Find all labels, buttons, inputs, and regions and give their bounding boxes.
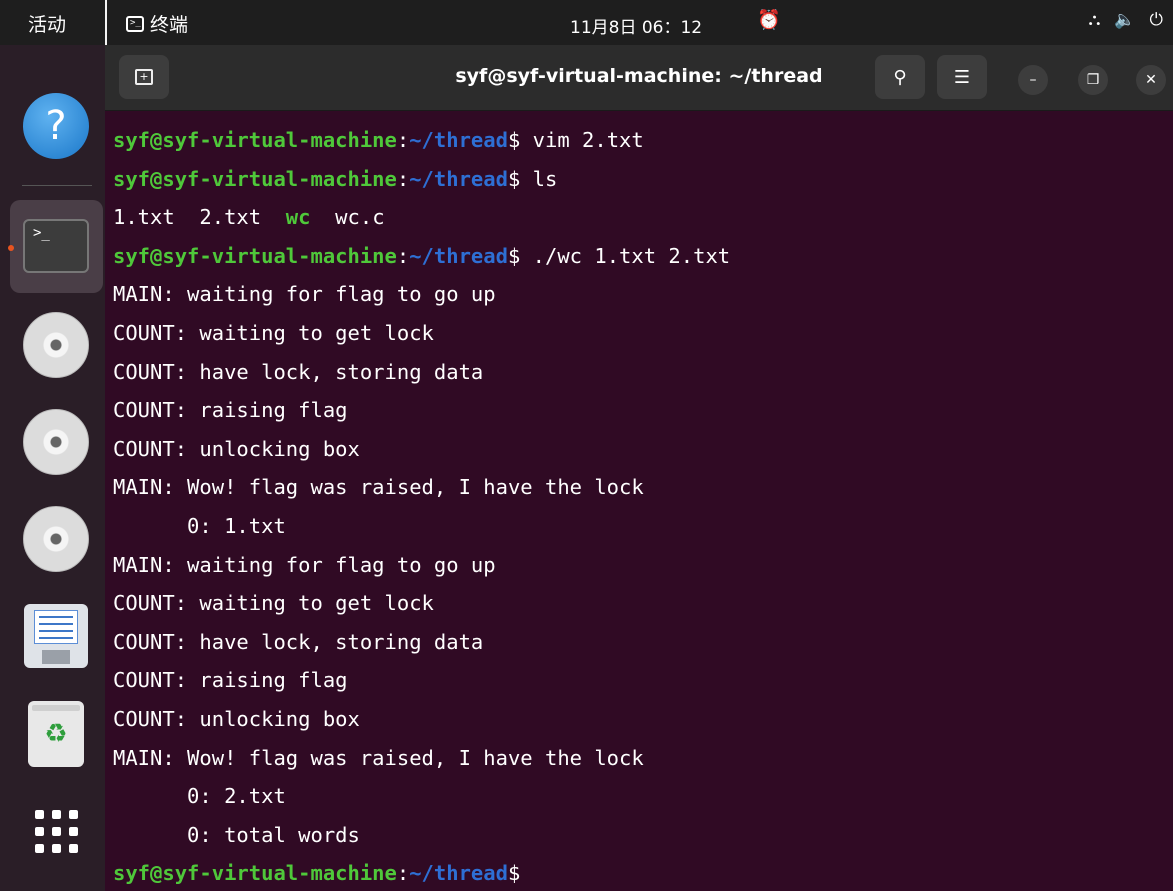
- prompt-line: syf@syf-virtual-machine:~/thread$ ls: [113, 166, 558, 191]
- trash-icon: ♻: [28, 701, 84, 767]
- terminal-output[interactable]: syf@syf-virtual-machine:~/thread$ vim 2.…: [105, 111, 1173, 891]
- alarm-icon[interactable]: ⏰: [757, 8, 781, 31]
- prompt-line: syf@syf-virtual-machine:~/thread$ vim 2.…: [113, 128, 644, 152]
- output-line: MAIN: waiting for flag to go up: [113, 552, 496, 577]
- dock-separator: [22, 185, 92, 186]
- dock-trash[interactable]: ♻: [20, 698, 92, 770]
- output-line: COUNT: raising flag: [113, 668, 348, 693]
- prompt-line: syf@syf-virtual-machine:~/thread$ ./wc 1…: [113, 243, 731, 268]
- ls-output: 1.txt 2.txt wc wc.c: [113, 205, 385, 230]
- disc-icon: [23, 312, 89, 378]
- executable-file: wc: [285, 205, 311, 230]
- output-line: COUNT: waiting to get lock: [113, 591, 434, 616]
- disc-icon: [23, 506, 89, 572]
- dock-help[interactable]: ?: [20, 90, 92, 162]
- new-tab-button[interactable]: +: [119, 55, 169, 99]
- output-line: COUNT: unlocking box: [113, 436, 360, 461]
- terminal-mini-icon: >_: [126, 15, 144, 32]
- command: vim 2.txt: [520, 128, 644, 152]
- prompt-line: syf@syf-virtual-machine:~/thread$: [113, 861, 521, 886]
- output-line: 0: 1.txt: [113, 513, 286, 538]
- window-title: syf@syf-virtual-machine: ~/thread: [455, 65, 823, 87]
- output-line: MAIN: Wow! flag was raised, I have the l…: [113, 475, 644, 500]
- running-indicator: [8, 245, 14, 251]
- output-line: COUNT: have lock, storing data: [113, 359, 484, 384]
- close-button[interactable]: ✕: [1136, 65, 1166, 95]
- volume-icon: 🔈: [1114, 10, 1136, 30]
- activities-button[interactable]: 活动: [28, 10, 66, 37]
- output-line: 0: 2.txt: [113, 784, 286, 809]
- dock: ? >_ ♻: [0, 45, 105, 891]
- command: ./wc 1.txt 2.txt: [520, 243, 731, 268]
- output-line: MAIN: Wow! flag was raised, I have the l…: [113, 745, 644, 770]
- terminal-headerbar: + syf@syf-virtual-machine: ~/thread ⚲ ☰ …: [105, 45, 1173, 111]
- network-icon: ⛬: [1088, 10, 1101, 30]
- output-line: COUNT: have lock, storing data: [113, 629, 484, 654]
- restore-icon: ❐: [1086, 72, 1100, 88]
- output-line: COUNT: unlocking box: [113, 706, 360, 731]
- power-icon: ⏻: [1149, 10, 1163, 30]
- terminal-icon: >_: [23, 219, 89, 273]
- screen-edge-vertical: [105, 0, 107, 45]
- disc-icon: [23, 409, 89, 475]
- output-line: MAIN: waiting for flag to go up: [113, 282, 496, 307]
- dock-disc-2[interactable]: [20, 406, 92, 478]
- dock-show-apps[interactable]: [20, 795, 92, 867]
- menu-button[interactable]: ☰: [937, 55, 987, 99]
- app-menu[interactable]: >_ 终端: [126, 10, 188, 37]
- minimize-button[interactable]: –: [1018, 65, 1048, 95]
- maximize-button[interactable]: ❐: [1078, 65, 1108, 95]
- command: ls: [520, 166, 558, 191]
- help-icon: ?: [23, 93, 89, 159]
- top-bar: 活动 >_ 终端 11月8日 06：12 ⏰ ⛬ 🔈 ⏻: [0, 0, 1173, 45]
- output-line: 0: total words: [113, 822, 360, 847]
- clock[interactable]: 11月8日 06：12: [570, 13, 702, 38]
- output-line: COUNT: waiting to get lock: [113, 320, 434, 345]
- dock-text-editor[interactable]: [20, 600, 92, 672]
- search-icon: ⚲: [893, 66, 907, 88]
- minimize-icon: –: [1029, 72, 1037, 88]
- system-menu[interactable]: ⛬ 🔈 ⏻: [1088, 10, 1163, 30]
- close-icon: ✕: [1145, 72, 1157, 88]
- dock-disc-3[interactable]: [20, 503, 92, 575]
- search-button[interactable]: ⚲: [875, 55, 925, 99]
- dock-disc-1[interactable]: [20, 309, 92, 381]
- hamburger-icon: ☰: [953, 66, 971, 88]
- show-apps-icon: [34, 809, 78, 853]
- new-tab-icon: +: [135, 69, 153, 85]
- output-line: COUNT: raising flag: [113, 398, 348, 423]
- text-editor-icon: [24, 604, 88, 668]
- app-menu-label: 终端: [150, 14, 189, 36]
- dock-terminal[interactable]: >_: [20, 210, 92, 282]
